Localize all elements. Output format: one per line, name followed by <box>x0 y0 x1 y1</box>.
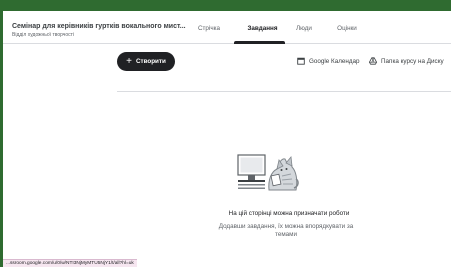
active-tab-indicator <box>234 41 285 44</box>
empty-state-description: Додавши завдання, їх можна впорядкувати … <box>218 223 354 230</box>
tab-stream[interactable]: Стрічка <box>188 24 230 45</box>
drive-folder-link[interactable]: Папка курсу на Диску <box>369 56 444 66</box>
drive-link-label: Папка курсу на Диску <box>381 57 444 65</box>
link-status-bar: ...ssroom.google.com/u/0/w/NTI3NjMyMTU5N… <box>3 259 137 267</box>
plus-icon: + <box>126 55 132 67</box>
create-button[interactable]: + Створити <box>117 52 175 71</box>
course-header: Семінар для керівників гуртків вокальног… <box>3 11 451 44</box>
tab-people[interactable]: Люди <box>289 24 319 45</box>
create-button-label: Створити <box>135 58 166 65</box>
empty-state-description-continued: темами <box>275 231 297 238</box>
course-title[interactable]: Семінар для керівників гуртків вокальног… <box>12 23 186 30</box>
calendar-icon <box>297 57 305 65</box>
course-subtitle: Відділ художньої творчості <box>12 32 75 38</box>
google-calendar-link[interactable]: Google Календар <box>297 56 360 66</box>
toolbar-divider <box>117 91 451 92</box>
tab-grades[interactable]: Оцінки <box>330 24 364 45</box>
calendar-link-label: Google Календар <box>309 57 360 65</box>
empty-classwork-illustration-icon <box>237 154 299 191</box>
drive-icon <box>369 57 377 65</box>
empty-state-heading: На цій сторінці можна призначати роботи <box>228 210 350 217</box>
window-top-border <box>0 0 451 11</box>
